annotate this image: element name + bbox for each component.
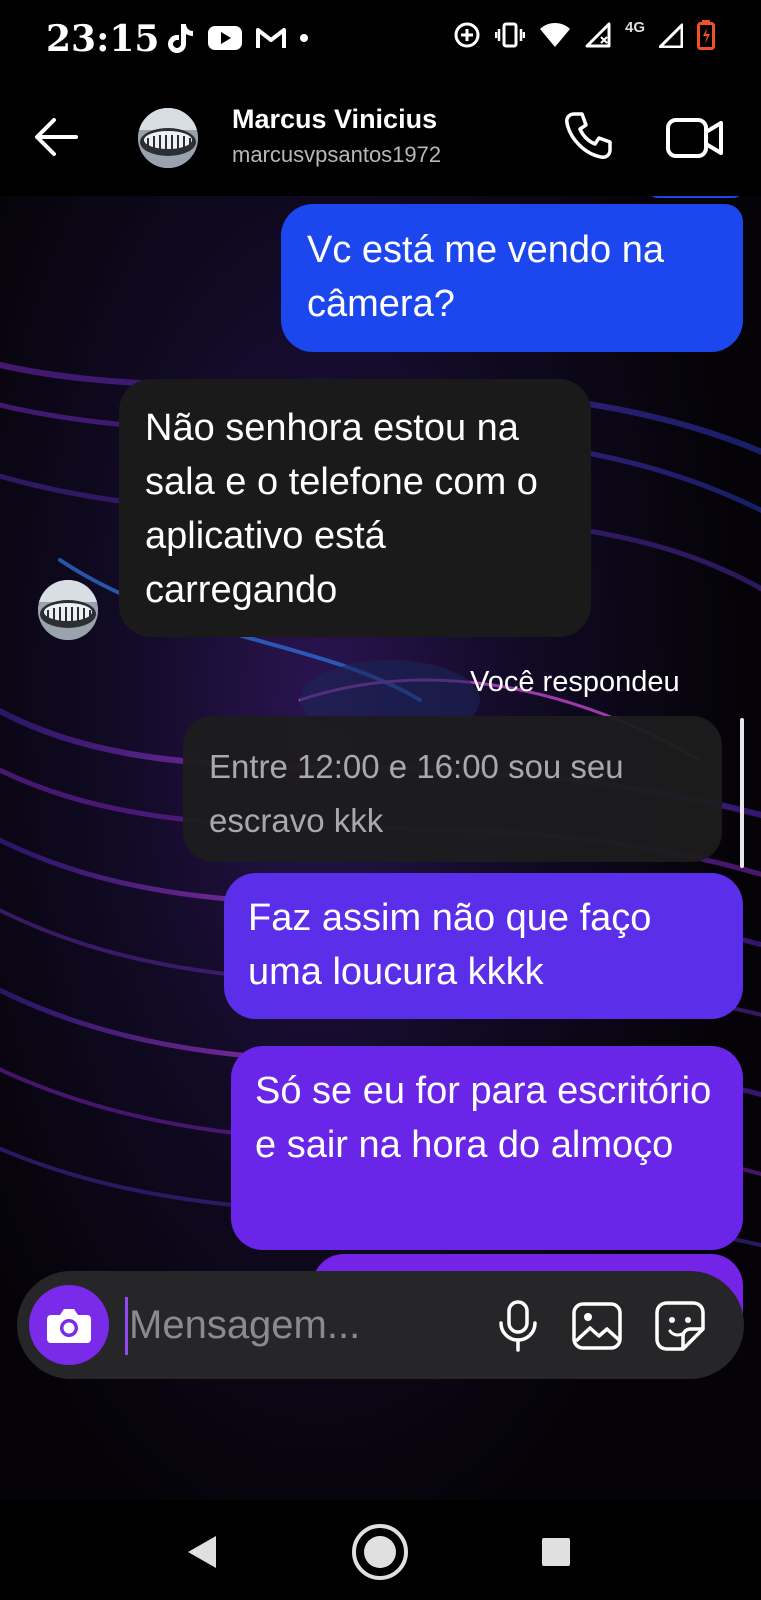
system-icons: 4G	[453, 18, 715, 50]
contact-avatar[interactable]	[138, 108, 198, 168]
reply-indicator-bar	[740, 718, 744, 868]
video-camera-icon[interactable]	[665, 112, 725, 164]
signal-no-data-icon	[585, 22, 611, 48]
message-bubble-received[interactable]: Não senhora estou na sala e o telefone c…	[119, 379, 591, 637]
message-composer	[17, 1271, 744, 1379]
nav-home-icon[interactable]	[350, 1522, 410, 1582]
contact-name[interactable]: Marcus Vinicius	[232, 104, 437, 135]
message-text: Vc está me vendo na câmera?	[307, 229, 664, 325]
nav-back-icon[interactable]	[184, 1532, 220, 1572]
chat-header: Marcus Vinicius marcusvpsantos1972	[0, 80, 761, 196]
status-bar: 23:15 4G	[0, 0, 761, 80]
gmail-icon	[256, 28, 286, 48]
sticker-icon[interactable]	[653, 1299, 707, 1353]
phone-icon[interactable]	[560, 108, 616, 164]
notification-icons	[164, 22, 308, 54]
network-type-label: 4G	[624, 18, 645, 36]
tiktok-icon	[168, 24, 193, 53]
message-text: Faz assim não que faço uma loucura kkkk	[248, 897, 652, 993]
reply-label: Você respondeu	[470, 666, 680, 698]
message-bubble-sent[interactable]: Vc está me vendo na câmera?	[281, 204, 743, 352]
nav-recents-icon[interactable]	[540, 1536, 572, 1568]
message-text: Não senhora estou na sala e o telefone c…	[145, 407, 538, 611]
vibrate-icon	[494, 22, 525, 48]
sender-avatar[interactable]	[38, 580, 98, 640]
data-saver-icon	[454, 22, 480, 48]
image-icon[interactable]	[571, 1301, 623, 1351]
status-time: 23:15	[46, 18, 160, 60]
contact-username[interactable]: marcusvpsantos1972	[232, 142, 441, 168]
youtube-icon	[208, 26, 242, 50]
wifi-icon	[539, 23, 570, 47]
message-input[interactable]	[129, 1291, 469, 1359]
system-navigation-bar	[0, 1500, 761, 1600]
text-cursor	[125, 1297, 128, 1355]
camera-button[interactable]	[29, 1285, 109, 1365]
battery-low-icon	[697, 20, 715, 50]
chat-screen: 23:15 4G Marcus Vinicius marcusvpsantos1…	[0, 0, 761, 1600]
quoted-message[interactable]: Entre 12:00 e 16:00 sou seu escravo kkk	[183, 716, 722, 862]
back-arrow-icon[interactable]	[30, 110, 84, 164]
signal-icon	[659, 23, 683, 48]
microphone-icon[interactable]	[493, 1299, 543, 1353]
more-notifications-dot-icon	[300, 34, 308, 42]
avatar-stadium-image	[138, 108, 198, 168]
message-bubble-sent[interactable]: Só se eu for para escritório e sair na h…	[231, 1046, 743, 1250]
quoted-text: Entre 12:00 e 16:00 sou seu escravo kkk	[209, 748, 624, 839]
message-bubble-sent[interactable]: Faz assim não que faço uma loucura kkkk	[224, 873, 743, 1019]
avatar-stadium-image	[38, 580, 98, 640]
camera-icon	[47, 1309, 91, 1343]
message-text: Só se eu for para escritório e sair na h…	[255, 1070, 712, 1166]
